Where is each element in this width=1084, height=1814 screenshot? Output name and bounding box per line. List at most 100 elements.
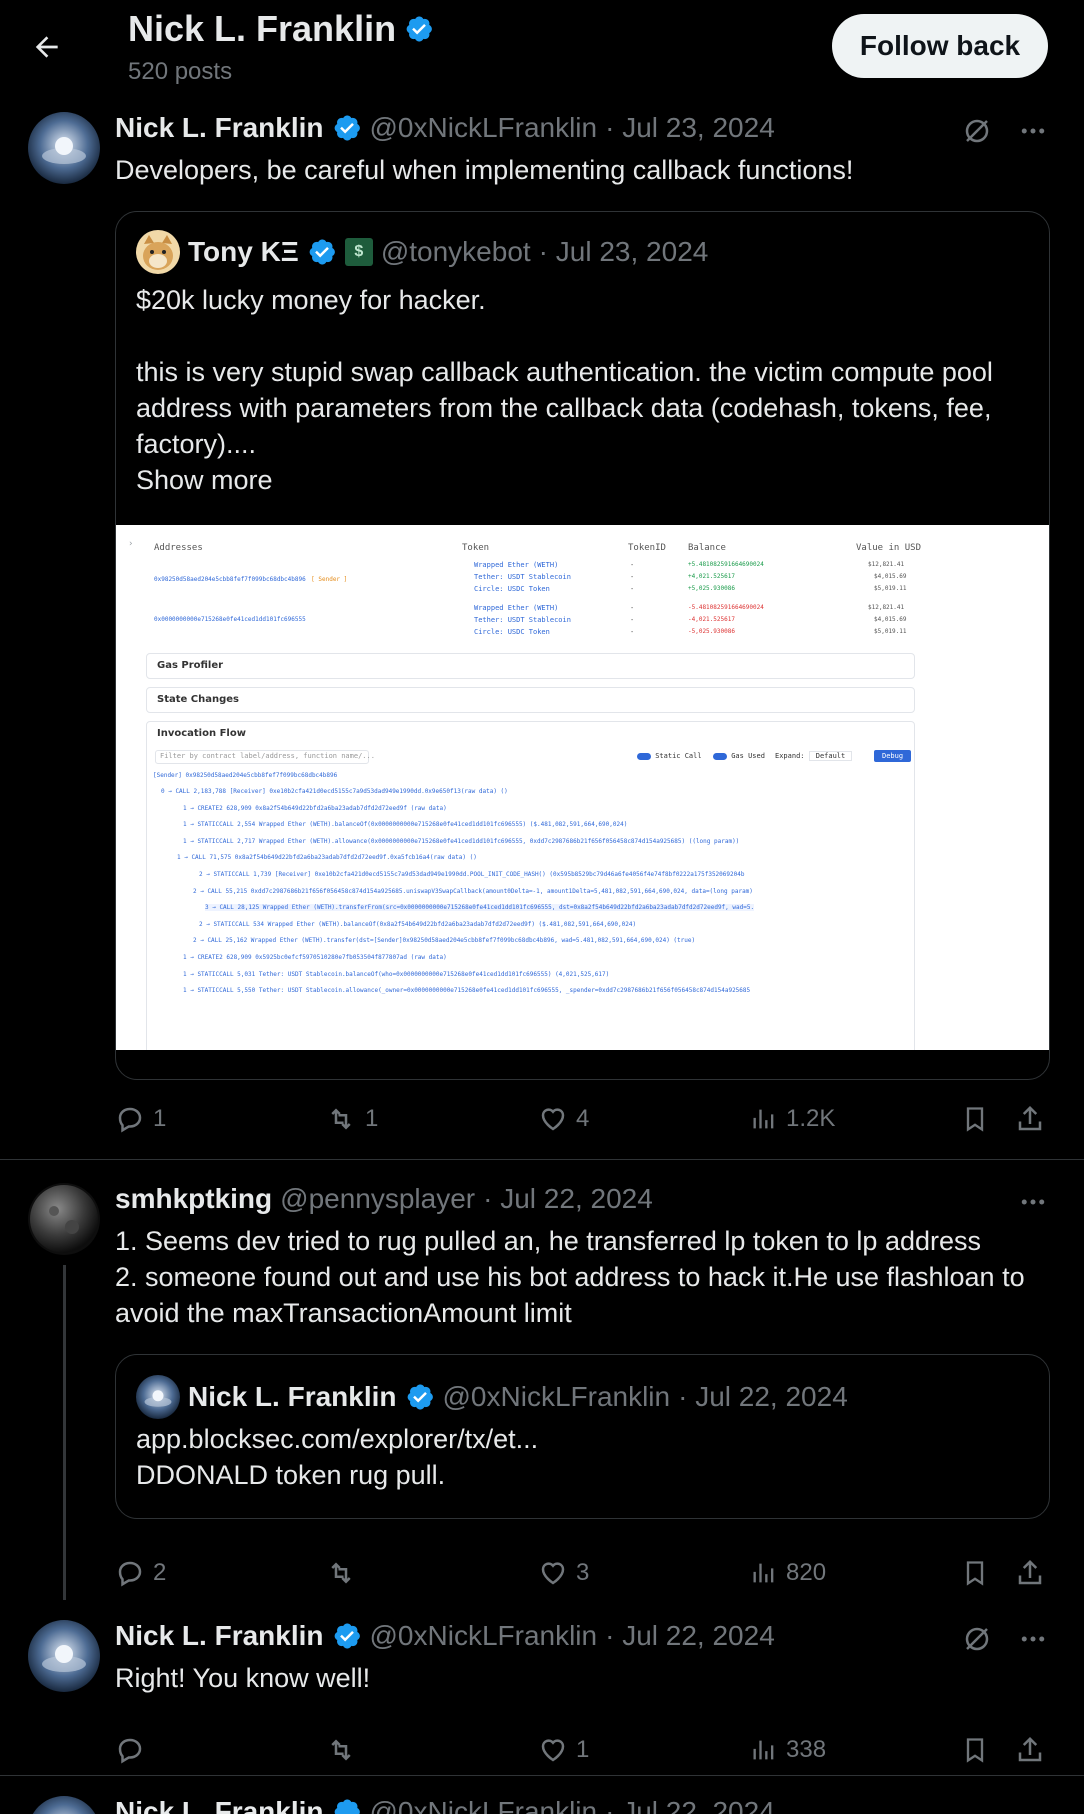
author-name[interactable]: Nick L. Franklin [115, 112, 324, 144]
static-call-toggle[interactable]: Static Call [637, 752, 702, 760]
trace-row[interactable]: 2 → CALL 25,162 Wrapped Ether (WETH).tra… [193, 937, 695, 944]
debug-button[interactable]: Debug [874, 750, 912, 762]
share-button[interactable] [1015, 1104, 1045, 1134]
avatar[interactable] [28, 1620, 100, 1692]
state-changes-panel[interactable]: State Changes [146, 687, 915, 713]
tweet-date[interactable]: · Jul 22, 2024 [483, 1183, 653, 1215]
trace-row[interactable]: 1 → CALL 71,575 0x8a2f54b649d22bfd2a6ba2… [177, 854, 477, 861]
like-button[interactable]: 3 [538, 1558, 589, 1588]
trace-row[interactable]: 1 → CREATE2 628,909 0x8a2f54b649d22bfd2a… [183, 805, 447, 812]
token-usdc-2[interactable]: Circle: USDC Token [474, 628, 550, 636]
verified-badge-icon [334, 1623, 360, 1649]
author-handle[interactable]: @0xNickLFranklin [370, 112, 598, 144]
grok-icon[interactable] [962, 1624, 992, 1654]
quote-author-handle[interactable]: @tonykebot [381, 236, 531, 268]
repost-button[interactable]: 1 [325, 1104, 378, 1134]
trace-row[interactable]: 1 → STATICCALL 2,717 Wrapped Ether (WETH… [183, 838, 739, 845]
quote-author-name[interactable]: Nick L. Franklin [188, 1381, 397, 1413]
like-button[interactable]: 1 [538, 1735, 589, 1765]
trace-row[interactable]: 3 → CALL 28,125 Wrapped Ether (WETH).tra… [205, 904, 755, 911]
reply-button[interactable]: 1 [115, 1104, 166, 1134]
tweet-1[interactable]: Nick L. Franklin @0xNickLFranklin · Jul … [0, 92, 1084, 1159]
views-count: 820 [786, 1559, 827, 1586]
bookmark-button[interactable] [961, 1104, 989, 1134]
show-more-link[interactable]: Show more [136, 462, 273, 498]
trace-row[interactable]: 2 → STATICCALL 1,739 [Receiver] 0xe10b2c… [199, 871, 744, 878]
column-addresses: Addresses [154, 543, 203, 553]
tweet-date[interactable]: · Jul 23, 2024 [605, 112, 775, 144]
share-button[interactable] [1015, 1558, 1045, 1588]
reply-button[interactable]: 2 [115, 1558, 166, 1588]
author-name[interactable]: Nick L. Franklin [115, 1796, 324, 1814]
trace-row[interactable]: 2 → CALL 55,215 0xdd7c2987686b21f656f056… [193, 888, 753, 895]
avatar[interactable] [28, 1796, 100, 1814]
trace-row[interactable]: 0 → CALL 2,183,788 [Receiver] 0xe10b2cfa… [161, 788, 508, 795]
bookmark-button[interactable] [961, 1735, 989, 1765]
quote-header: Tony KΞ $ @tonykebot · Jul 23, 2024 [136, 230, 708, 274]
expand-value: Default [808, 751, 853, 761]
author-name[interactable]: Nick L. Franklin [115, 1620, 324, 1652]
follow-back-button[interactable]: Follow back [832, 14, 1048, 78]
trace-row[interactable]: [Sender] 0x98250d58aed204e5cbb8fef7f099b… [153, 772, 337, 779]
sender-row[interactable]: 0x98250d58aed204e5cbb8fef7f099bc68dbc4b8… [154, 574, 347, 584]
tweet-text: 1. Seems dev tried to rug pulled an, he … [115, 1226, 1025, 1328]
tweet-date[interactable]: · Jul 22, 2024 [605, 1620, 775, 1652]
trace-row[interactable]: 2 → STATICCALL 534 Wrapped Ether (WETH).… [199, 921, 636, 928]
gas-profiler-panel[interactable]: Gas Profiler [146, 653, 915, 679]
invocation-flow-label: Invocation Flow [157, 728, 246, 739]
filter-input[interactable]: Filter by contract label/address, functi… [155, 750, 375, 764]
views-button[interactable]: 338 [750, 1735, 826, 1765]
quote-author-handle[interactable]: @0xNickLFranklin [443, 1381, 671, 1413]
quote-author-name[interactable]: Tony KΞ [188, 236, 299, 268]
repost-button[interactable] [325, 1558, 365, 1588]
back-button[interactable] [26, 26, 68, 68]
token-usdc[interactable]: Circle: USDC Token [474, 585, 550, 593]
author-handle[interactable]: @0xNickLFranklin [370, 1620, 598, 1652]
repost-button[interactable] [325, 1735, 365, 1765]
token-usdt-2[interactable]: Tether: USDT Stablecoin [474, 616, 571, 624]
tweet-actions: 1 1 4 1.2K [115, 1104, 1055, 1144]
quoted-tweet[interactable]: Nick L. Franklin @0xNickLFranklin · Jul … [115, 1354, 1050, 1519]
trace-row[interactable]: 1 → STATICCALL 5,550 Tether: USDT Stable… [183, 987, 750, 994]
grok-icon[interactable] [962, 116, 992, 146]
token-weth-2[interactable]: Wrapped Ether (WETH) [474, 604, 558, 612]
invocation-flow-panel[interactable]: Invocation Flow Filter by contract label… [146, 721, 915, 1050]
tweet-4[interactable]: Nick L. Franklin @0xNickLFranklin · Jul … [0, 1776, 1084, 1814]
avatar[interactable] [28, 112, 100, 184]
author-handle[interactable]: @0xNickLFranklin [370, 1796, 598, 1814]
more-options-icon[interactable] [1018, 1187, 1048, 1217]
bookmark-button[interactable] [961, 1558, 989, 1588]
token-id: - [630, 573, 635, 581]
author-handle[interactable]: @pennysplayer [280, 1183, 475, 1215]
avatar[interactable] [28, 1183, 100, 1255]
like-button[interactable]: 4 [538, 1104, 589, 1134]
share-button[interactable] [1015, 1735, 1045, 1765]
expand-select[interactable]: Expand: Default [775, 751, 853, 761]
explorer-screenshot[interactable]: › Addresses Token TokenID Balance Value … [116, 525, 1049, 1050]
receiver-address[interactable]: 0x0000000000e715268e0fe41ced1dd101fc6965… [154, 616, 306, 623]
views-button[interactable]: 1.2K [750, 1104, 835, 1134]
trace-row[interactable]: 1 → CREATE2 628,909 0x5925bc0efcf5970510… [183, 954, 447, 961]
trace-row[interactable]: 1 → STATICCALL 2,554 Wrapped Ether (WETH… [183, 821, 627, 828]
tweet-2[interactable]: smhkptking @pennysplayer · Jul 22, 2024 … [0, 1160, 1084, 1600]
quote-text: $20k lucky money for hacker. this is ver… [136, 285, 993, 459]
quoted-tweet[interactable]: Tony KΞ $ @tonykebot · Jul 23, 2024 $20k… [115, 211, 1050, 1080]
trace-row[interactable]: 1 → STATICCALL 5,031 Tether: USDT Stable… [183, 971, 609, 978]
quote-date[interactable]: · Jul 22, 2024 [678, 1381, 848, 1413]
sender-address[interactable]: 0x98250d58aed204e5cbb8fef7f099bc68dbc4b8… [154, 576, 306, 583]
token-usdt[interactable]: Tether: USDT Stablecoin [474, 573, 571, 581]
quote-date[interactable]: · Jul 23, 2024 [539, 236, 709, 268]
tweet-date[interactable]: · Jul 22, 2024 [605, 1796, 775, 1814]
more-options-icon[interactable] [1018, 116, 1048, 146]
verified-badge-icon [309, 239, 335, 265]
tweet-header: Nick L. Franklin @0xNickLFranklin · Jul … [115, 112, 775, 144]
gas-used-toggle[interactable]: Gas Used [713, 752, 765, 760]
reply-button[interactable] [115, 1735, 153, 1765]
author-name[interactable]: smhkptking [115, 1183, 272, 1215]
tweet-3[interactable]: Nick L. Franklin @0xNickLFranklin · Jul … [0, 1600, 1084, 1775]
tweet-actions: 1 338 [115, 1735, 1055, 1775]
views-button[interactable]: 820 [750, 1558, 826, 1588]
token-weth[interactable]: Wrapped Ether (WETH) [474, 561, 558, 569]
more-options-icon[interactable] [1018, 1624, 1048, 1654]
thread-line [63, 1265, 66, 1600]
